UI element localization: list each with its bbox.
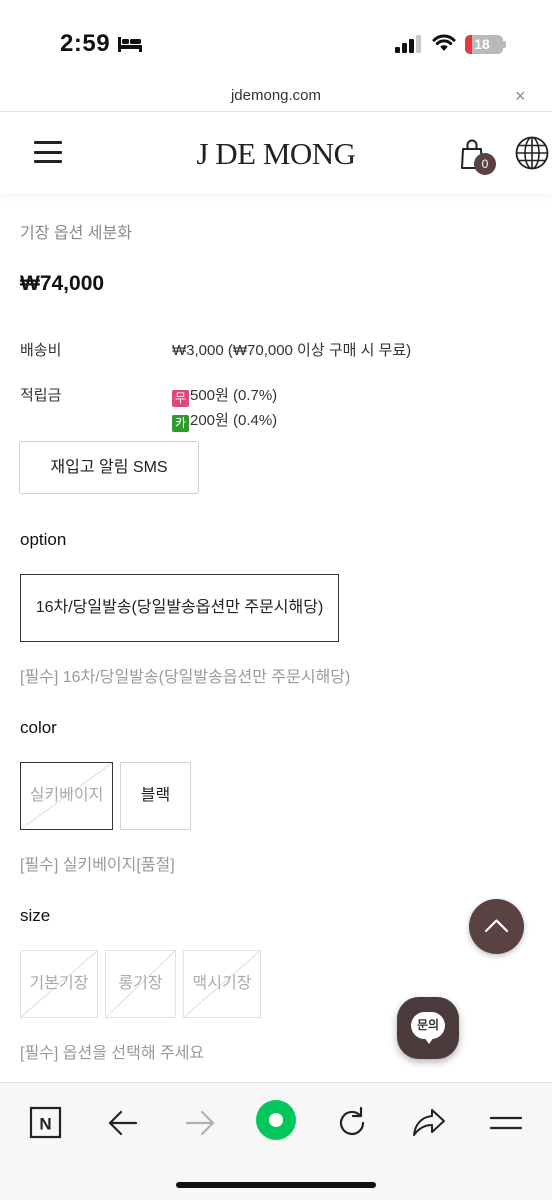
size-option-maxi[interactable]: 맥시기장: [183, 950, 261, 1018]
status-bar: 2:59 18: [0, 0, 552, 84]
product-subtitle: 기장 옵션 세분화: [20, 225, 132, 242]
option-title: option: [20, 530, 67, 549]
size-option-label: 롱기장: [118, 975, 163, 992]
color-option-black[interactable]: 블랙: [120, 762, 191, 830]
color-option-label: 블랙: [140, 787, 171, 804]
product-price: ₩74,000: [20, 272, 105, 295]
size-option-long[interactable]: 롱기장: [105, 950, 176, 1018]
globe-icon[interactable]: [515, 136, 549, 170]
chat-bubble-tail: [424, 1037, 434, 1044]
cart-count-badge[interactable]: 0: [474, 153, 496, 175]
share-icon[interactable]: [409, 1103, 449, 1143]
url-bar[interactable]: jdemong.com ×: [0, 84, 552, 112]
size-option-label: 기본기장: [29, 975, 89, 992]
points-row-kakaopay: 카 200원 (0.4%): [172, 409, 277, 432]
option-select-button[interactable]: 16차/당일발송(당일발송옵션만 주문시해당): [20, 574, 339, 642]
battery-icon: 18: [465, 35, 503, 54]
color-option-label: 실키베이지: [29, 787, 104, 804]
naver-n-icon[interactable]: N: [26, 1103, 66, 1143]
wifi-icon: [432, 34, 456, 51]
signal-icon: [395, 35, 421, 53]
bed-icon: [118, 37, 142, 52]
color-required-note: [필수] 실키베이지[품절]: [20, 857, 175, 874]
option-required-note: [필수] 16차/당일발송(당일발송옵션만 주문시해당): [20, 669, 351, 686]
close-icon[interactable]: ×: [515, 86, 526, 107]
kakaopay-badge: 카: [172, 415, 189, 432]
restock-sms-button[interactable]: 재입고 알림 SMS: [19, 441, 199, 494]
points-label: 적립금: [20, 387, 62, 404]
points-value-2: 200원 (0.4%): [190, 412, 278, 429]
color-option-silky-beige[interactable]: 실키베이지: [20, 762, 113, 830]
shipping-label: 배송비: [20, 342, 62, 359]
shipping-value: ₩3,000 (₩70,000 이상 구매 시 무료): [172, 342, 412, 359]
size-option-label: 맥시기장: [192, 975, 252, 992]
naverpay-badge: 무: [172, 390, 189, 407]
back-arrow-icon[interactable]: [103, 1103, 143, 1143]
scroll-to-top-button[interactable]: [469, 899, 524, 954]
chevron-up-icon: [484, 919, 509, 933]
inquiry-label: 문의: [411, 1012, 445, 1039]
forward-arrow-icon[interactable]: [180, 1103, 220, 1143]
points-value-1: 500원 (0.7%): [190, 387, 278, 404]
size-option-basic[interactable]: 기본기장: [20, 950, 98, 1018]
url-text[interactable]: jdemong.com: [0, 87, 552, 104]
battery-percent: 18: [474, 36, 490, 52]
green-dot-icon[interactable]: [255, 1099, 297, 1141]
points-row-naverpay: 무 500원 (0.7%): [172, 384, 277, 407]
refresh-icon[interactable]: [332, 1103, 372, 1143]
menu-icon[interactable]: [486, 1103, 526, 1143]
status-time: 2:59: [60, 30, 111, 57]
site-header: J DE MONG 0: [0, 112, 552, 194]
color-title: color: [20, 718, 57, 737]
naver-letter: N: [39, 1115, 51, 1134]
size-title: size: [20, 906, 51, 925]
home-indicator: [176, 1182, 376, 1188]
battery-tip: [503, 41, 506, 48]
inquiry-chat-button[interactable]: 문의: [397, 997, 459, 1059]
size-required-note: [필수] 옵션을 선택해 주세요: [20, 1045, 205, 1062]
